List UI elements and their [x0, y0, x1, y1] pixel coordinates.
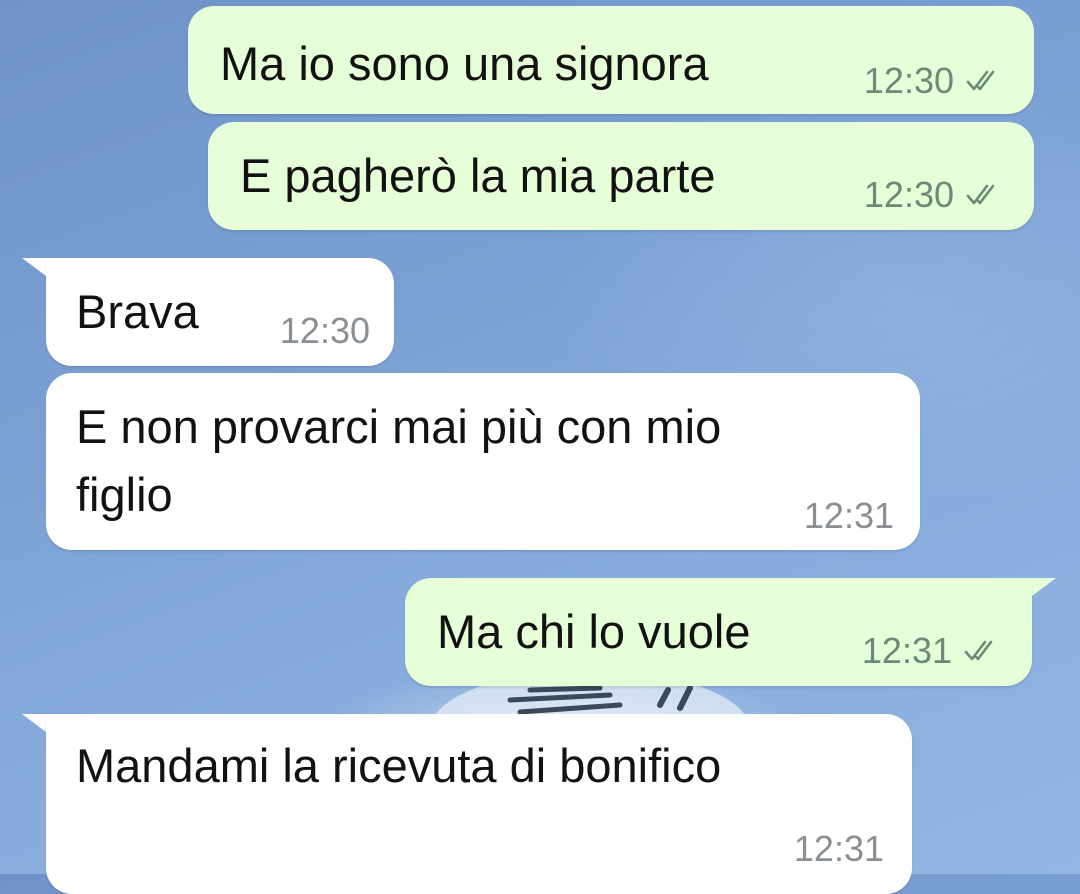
message-time: 12:30: [279, 310, 370, 351]
message-text: Mandami la ricevuta di bonifico: [76, 739, 722, 792]
message-text: Ma io sono una signora: [220, 37, 709, 90]
message-time: 12:30: [863, 174, 954, 215]
message-meta: 12:31: [794, 828, 884, 870]
message-text-line-1: E non provarci mai più con mio: [76, 400, 722, 453]
message-bubble-outgoing[interactable]: Ma io sono una signora 12:30: [188, 6, 1034, 114]
message-bubble-incoming[interactable]: Mandami la ricevuta di bonifico 12:31: [46, 714, 912, 894]
message-text: E pagherò la mia parte: [240, 149, 716, 202]
message-time: 12:31: [793, 828, 884, 869]
double-check-icon: [966, 184, 995, 205]
message-bubble-outgoing[interactable]: Ma chi lo vuole 12:31: [405, 578, 1032, 686]
message-meta: 12:31: [804, 495, 894, 537]
message-time: 12:30: [863, 60, 954, 101]
message-meta: 12:30: [864, 174, 1004, 216]
message-bubble-outgoing[interactable]: E pagherò la mia parte 12:30: [208, 122, 1034, 230]
message-bubble-incoming[interactable]: E non provarci mai più con mio figlio 12…: [46, 373, 920, 550]
message-bubble-incoming[interactable]: Brava 12:30: [46, 258, 394, 366]
message-meta: 12:31: [862, 630, 1002, 672]
message-text-line-2: figlio: [76, 468, 173, 521]
double-check-icon: [966, 70, 995, 91]
double-check-icon: [964, 640, 993, 661]
message-meta: 12:30: [864, 60, 1004, 102]
message-text: Ma chi lo vuole: [437, 605, 751, 658]
message-meta: 12:30: [280, 310, 370, 352]
message-time: 12:31: [803, 495, 894, 536]
message-text: Brava: [76, 285, 199, 338]
message-time: 12:31: [861, 630, 952, 671]
